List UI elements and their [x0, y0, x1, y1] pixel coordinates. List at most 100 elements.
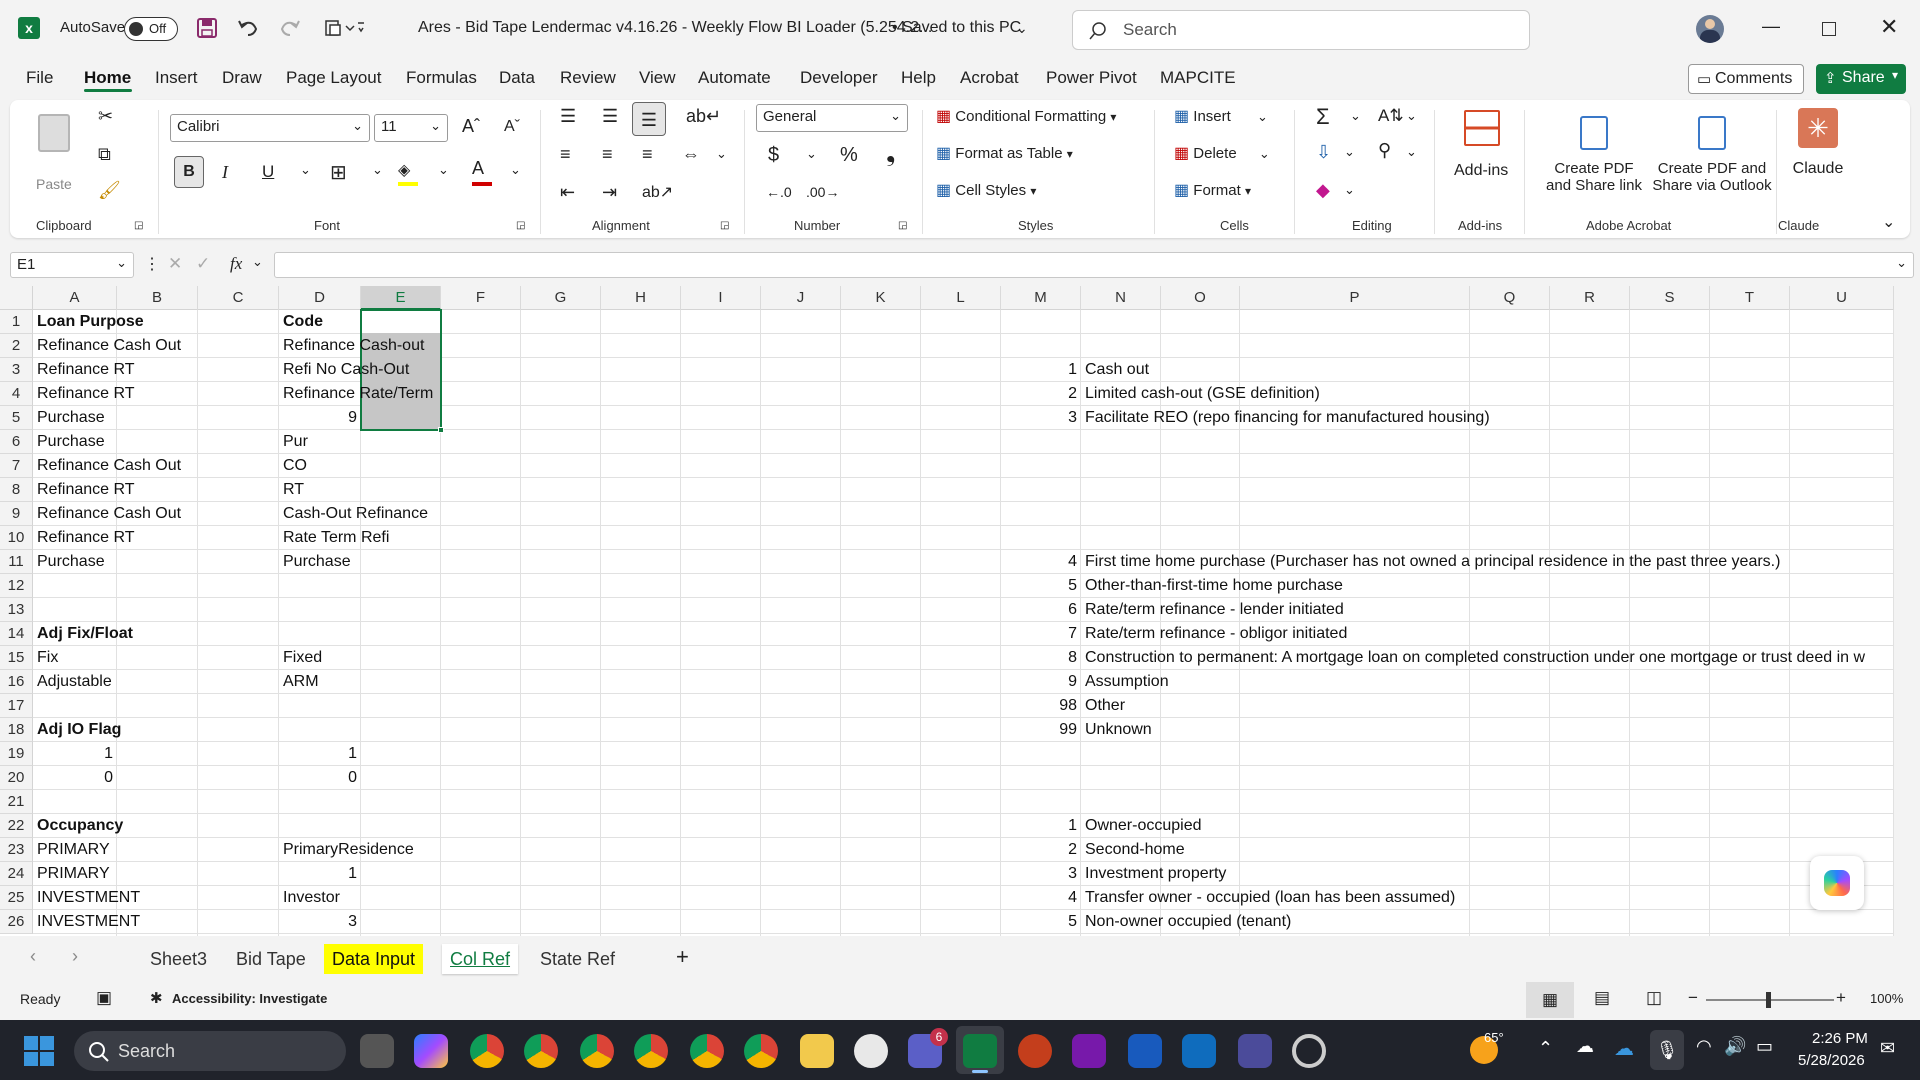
cell-n3[interactable]: Cash out [1081, 358, 1153, 382]
row-header-2[interactable]: 2 [0, 334, 33, 358]
tab-mapcite[interactable]: MAPCITE [1160, 68, 1236, 88]
cell-m12[interactable]: 5 [1001, 574, 1081, 598]
column-header-s[interactable]: S [1630, 286, 1710, 310]
scroll-left-icon[interactable]: ‹ [30, 946, 36, 967]
format-as-table-button[interactable]: ▦ Format as Table ▾ [936, 143, 1073, 163]
show-hidden-icons[interactable]: ⌃ [1538, 1038, 1553, 1059]
row-header-25[interactable]: 25 [0, 886, 33, 910]
column-header-u[interactable]: U [1790, 286, 1894, 310]
cell-d4[interactable]: Refinance Rate/Term [279, 382, 437, 406]
minimize-icon[interactable]: — [1762, 16, 1780, 37]
cell-m14[interactable]: 7 [1001, 622, 1081, 646]
tab-insert[interactable]: Insert [155, 68, 198, 88]
task-view-icon[interactable] [360, 1034, 394, 1068]
zoom-level[interactable]: 100% [1870, 991, 1903, 1006]
font-color-icon[interactable]: A [472, 158, 494, 186]
cell-a8[interactable]: Refinance RT [33, 478, 139, 502]
tab-data[interactable]: Data [499, 68, 535, 88]
cell-m26[interactable]: 5 [1001, 910, 1081, 934]
italic-button[interactable]: I [222, 162, 228, 183]
column-header-o[interactable]: O [1161, 286, 1240, 310]
align-right-icon[interactable]: ≡ [642, 144, 653, 165]
add-sheet-icon[interactable]: + [676, 944, 689, 970]
tab-home[interactable]: Home [84, 68, 131, 88]
file-explorer-icon[interactable] [800, 1034, 834, 1068]
cell-n26[interactable]: Non-owner occupied (tenant) [1081, 910, 1295, 934]
cell-a26[interactable]: INVESTMENT [33, 910, 144, 934]
cell-m3[interactable]: 1 [1001, 358, 1081, 382]
cell-n16[interactable]: Assumption [1081, 670, 1173, 694]
cell-a14[interactable]: Adj Fix/Float [33, 622, 137, 646]
row-header-20[interactable]: 20 [0, 766, 33, 790]
increase-indent-icon[interactable]: ⇥ [602, 182, 617, 203]
chrome-icon-5[interactable] [690, 1034, 724, 1068]
row-header-12[interactable]: 12 [0, 574, 33, 598]
more-options-icon[interactable]: ⋮ [144, 254, 160, 274]
cell-m5[interactable]: 3 [1001, 406, 1081, 430]
teams-icon[interactable]: 6 [908, 1028, 948, 1068]
name-box[interactable]: E1 ⌄ [10, 252, 134, 278]
cell-d23[interactable]: PrimaryResidence [279, 838, 418, 862]
borders-icon[interactable]: ⊞ [330, 160, 347, 185]
wrap-text-icon[interactable]: ab↵ [686, 106, 721, 127]
merge-center-icon[interactable]: ⇔ [682, 144, 700, 165]
cell-n14[interactable]: Rate/term refinance - obligor initiated [1081, 622, 1351, 646]
cell-d19[interactable]: 1 [279, 742, 361, 766]
claude-button[interactable]: ✳ Claude [1786, 108, 1850, 208]
dialog-launcher-icon[interactable]: ◲ [720, 220, 729, 231]
page-break-view-icon[interactable]: ◫ [1646, 988, 1662, 1008]
delete-cells-button[interactable]: ▦ Delete ⌄ [1174, 143, 1270, 163]
row-header-8[interactable]: 8 [0, 478, 33, 502]
clear-icon[interactable]: ◆ [1316, 180, 1330, 201]
cell-a4[interactable]: Refinance RT [33, 382, 139, 406]
formula-input[interactable]: ⌄ [274, 252, 1914, 278]
column-header-c[interactable]: C [198, 286, 279, 310]
cell-n24[interactable]: Investment property [1081, 862, 1230, 886]
row-header-6[interactable]: 6 [0, 430, 33, 454]
currency-icon[interactable]: $ [768, 144, 779, 167]
row-header-24[interactable]: 24 [0, 862, 33, 886]
add-ins-button[interactable]: Add-ins [1450, 108, 1514, 208]
windows-start-icon[interactable] [24, 1036, 54, 1066]
orientation-icon[interactable]: ab↗ [642, 182, 673, 202]
row-header-5[interactable]: 5 [0, 406, 33, 430]
row-header-7[interactable]: 7 [0, 454, 33, 478]
cell-a6[interactable]: Purchase [33, 430, 109, 454]
cell-n17[interactable]: Other [1081, 694, 1129, 718]
search-box[interactable]: Search [1072, 10, 1530, 50]
align-bottom-button[interactable]: ☰ [632, 102, 666, 136]
dialog-launcher-icon[interactable]: ◲ [898, 220, 907, 231]
chevron-down-icon[interactable]: ⌄ [806, 146, 817, 162]
column-header-q[interactable]: Q [1470, 286, 1550, 310]
cell-a7[interactable]: Refinance Cash Out [33, 454, 185, 478]
find-select-icon[interactable]: ⚲ [1378, 140, 1391, 161]
column-header-e[interactable]: E [361, 286, 441, 310]
fill-color-icon[interactable]: ◈ [398, 160, 420, 186]
cell-n15[interactable]: Construction to permanent: A mortgage lo… [1081, 646, 1869, 670]
chevron-down-icon[interactable]: ⌄ [438, 162, 449, 178]
cell-d25[interactable]: Investor [279, 886, 344, 910]
cell-d8[interactable]: RT [279, 478, 308, 502]
cell-m24[interactable]: 3 [1001, 862, 1081, 886]
percent-icon[interactable]: % [840, 144, 858, 167]
column-header-p[interactable]: P [1240, 286, 1470, 310]
cell-a3[interactable]: Refinance RT [33, 358, 139, 382]
chevron-down-icon[interactable]: ⌄ [372, 162, 383, 178]
wifi-icon[interactable]: ◠ [1696, 1036, 1712, 1057]
cell-m23[interactable]: 2 [1001, 838, 1081, 862]
copilot-icon[interactable] [1810, 856, 1864, 910]
column-header-r[interactable]: R [1550, 286, 1630, 310]
clock-time[interactable]: 2:26 PM [1812, 1030, 1868, 1047]
row-header-19[interactable]: 19 [0, 742, 33, 766]
chevron-down-icon[interactable]: ⌄ [1344, 144, 1355, 160]
microphone-icon[interactable]: 🎙 [1650, 1030, 1684, 1070]
cell-a1[interactable]: Loan Purpose [33, 310, 148, 334]
format-cells-button[interactable]: ▦ Format ▾ [1174, 180, 1251, 200]
cut-icon[interactable]: ✂ [98, 106, 113, 127]
horizontal-scrollbar[interactable] [760, 956, 1890, 962]
cell-n22[interactable]: Owner-occupied [1081, 814, 1206, 838]
cell-m22[interactable]: 1 [1001, 814, 1081, 838]
insert-function-button[interactable]: fx [230, 254, 242, 274]
cell-a19[interactable]: 1 [33, 742, 117, 766]
excel-taskbar-icon[interactable] [956, 1026, 1004, 1074]
